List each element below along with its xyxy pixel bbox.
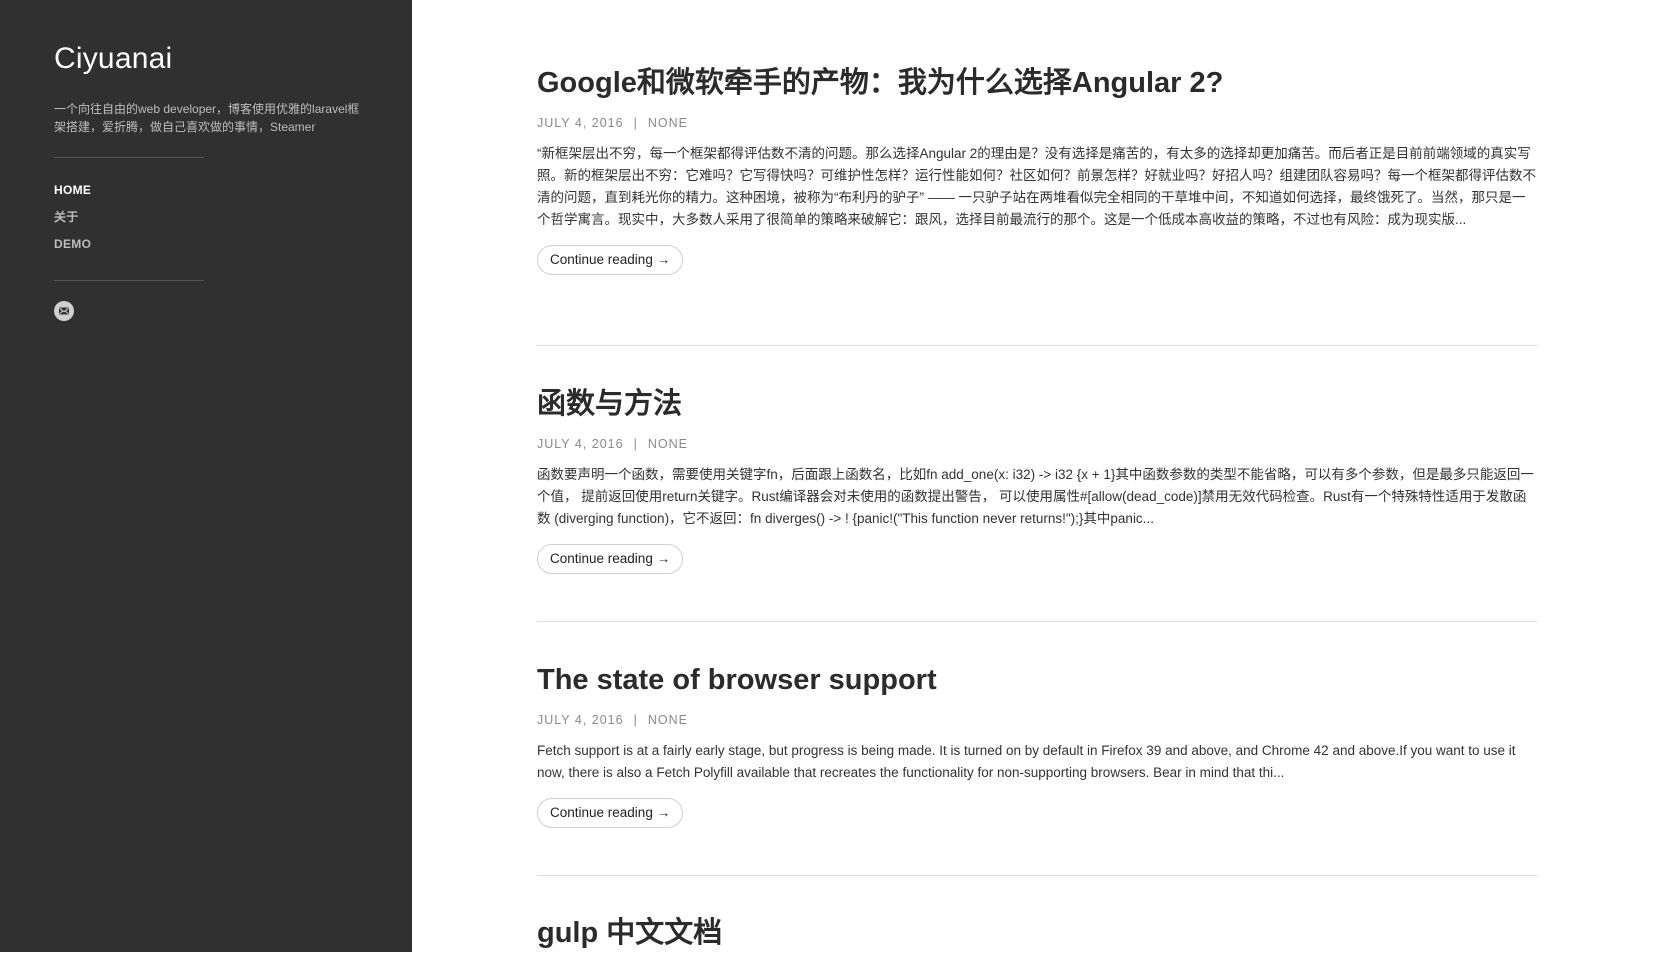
post: The state of browser support JULY 4, 201…: [537, 660, 1537, 828]
post-excerpt: Fetch support is at a fairly early stage…: [537, 743, 1516, 780]
post-title-link[interactable]: The state of browser support: [537, 664, 937, 696]
main-content: Google和微软牵手的产物：我为什么选择Angular 2? JULY 4, …: [412, 0, 1662, 952]
post-title: 函数与方法: [537, 384, 1537, 424]
post: Google和微软牵手的产物：我为什么选择Angular 2? JULY 4, …: [537, 63, 1537, 275]
post-date: JULY 4, 2016: [537, 713, 624, 727]
post-title: Google和微软牵手的产物：我为什么选择Angular 2?: [537, 63, 1537, 103]
sidebar: Ciyuanai 一个向往自由的web developer，博客使用优雅的lar…: [0, 0, 412, 952]
post-divider: [537, 621, 1537, 622]
nav-link-demo[interactable]: DEMO: [54, 237, 91, 251]
nav-link-home[interactable]: HOME: [54, 183, 91, 197]
meta-separator: |: [633, 116, 638, 130]
post-divider: [537, 875, 1537, 876]
post-title: gulp 中文文档: [537, 913, 1537, 953]
post-title-link[interactable]: 函数与方法: [537, 388, 682, 420]
sidebar-nav: HOME 关于 DEMO: [54, 182, 91, 263]
site-title[interactable]: Ciyuanai: [54, 42, 172, 76]
post-title-link[interactable]: Google和微软牵手的产物：我为什么选择Angular 2?: [537, 67, 1223, 99]
post-category[interactable]: NONE: [648, 116, 688, 130]
nav-item-about: 关于: [54, 209, 91, 236]
post-title: The state of browser support: [537, 660, 1537, 700]
continue-reading-button[interactable]: Continue reading →: [537, 544, 684, 574]
post-meta: JULY 4, 2016 | NONE: [537, 436, 1537, 452]
post-divider: [537, 345, 1537, 346]
post-meta: JULY 4, 2016 | NONE: [537, 712, 1537, 728]
sidebar-divider: [54, 280, 204, 281]
nav-item-demo: DEMO: [54, 236, 91, 263]
post-date: JULY 4, 2016: [537, 116, 624, 130]
site-description: 一个向往自由的web developer，博客使用优雅的laravel框架搭建，…: [54, 102, 360, 134]
post: 函数与方法 JULY 4, 2016 | NONE 函数要声明一个函数，需要使用关键…: [537, 384, 1537, 574]
post-excerpt: 函数要声明一个函数，需要使用关键字fn，后面跟上函数名，比如fn add_one…: [537, 467, 1534, 526]
post-category[interactable]: NONE: [648, 713, 688, 727]
meta-separator: |: [633, 437, 638, 451]
sidebar-divider: [54, 157, 204, 158]
post-title-link[interactable]: gulp 中文文档: [537, 917, 722, 949]
nav-item-home: HOME: [54, 182, 91, 209]
mail-icon[interactable]: [54, 301, 74, 321]
continue-reading-button[interactable]: Continue reading →: [537, 245, 684, 275]
post: gulp 中文文档: [537, 913, 1537, 953]
post-date: JULY 4, 2016: [537, 437, 624, 451]
continue-reading-button[interactable]: Continue reading →: [537, 798, 684, 828]
post-meta: JULY 4, 2016 | NONE: [537, 115, 1537, 131]
meta-separator: |: [633, 713, 638, 727]
nav-link-about[interactable]: 关于: [54, 210, 79, 224]
post-category[interactable]: NONE: [648, 437, 688, 451]
post-excerpt: “新框架层出不穷，每一个框架都得评估数不清的问题。那么选择Angular 2的理…: [537, 146, 1536, 227]
